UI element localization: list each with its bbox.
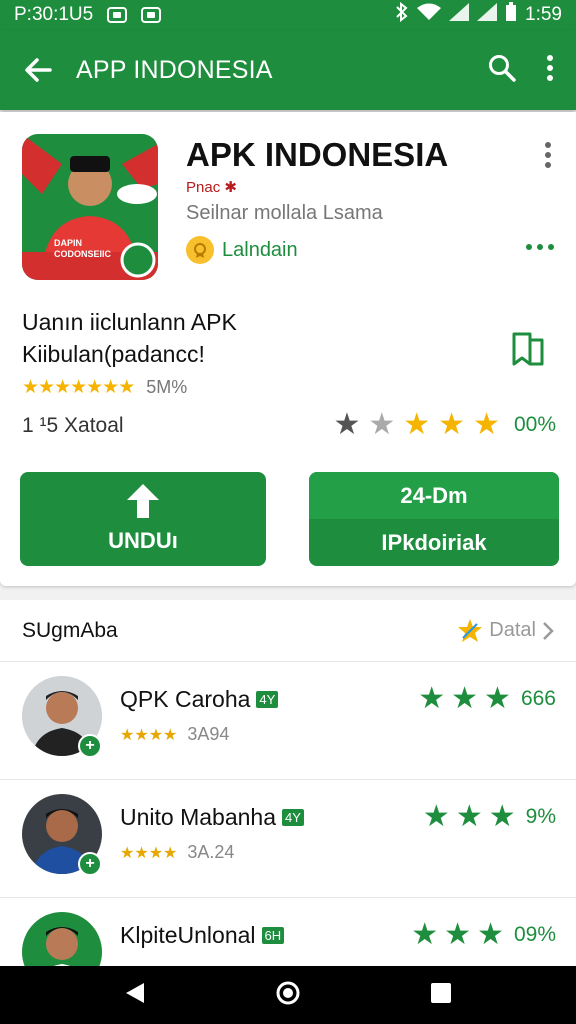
item-rating-value: 9%: [525, 805, 556, 828]
status-time-right: 1:59: [525, 4, 562, 25]
wifi-icon: [417, 3, 442, 27]
star-icon: ★: [484, 682, 511, 715]
signal-icon-2: [477, 3, 498, 27]
item-rating-value: 09%: [513, 923, 556, 946]
item-meta-value: 3A.24: [187, 842, 235, 862]
description-line-1: Uanın iiclunlann APK: [22, 309, 237, 335]
plus-icon[interactable]: +: [78, 734, 102, 758]
app-menu-button[interactable]: [544, 142, 552, 173]
rating-value: 5M%: [146, 377, 188, 397]
item-tag: 6H: [261, 927, 285, 944]
star-icon: ★: [422, 800, 450, 833]
install-count: 1 ¹5 Xatoal: [22, 414, 124, 437]
star-badge-icon: [458, 618, 483, 642]
status-bar: P:30:1U5 1:59: [0, 0, 576, 30]
suggestions-title: SUgmAba: [22, 618, 118, 642]
recents-nav-button[interactable]: [430, 982, 452, 1009]
item-meta-stars: ★★★★: [120, 844, 178, 862]
square-recents-icon: [430, 982, 451, 1003]
bookmark-button[interactable]: [508, 328, 550, 375]
app-icon[interactable]: DAPIN CODONSEIIC: [22, 134, 158, 280]
app-icon-text-1: DAPIN: [54, 238, 82, 248]
developer-name[interactable]: Pnac ✱: [186, 178, 237, 196]
bluetooth-icon: [395, 1, 409, 28]
list-item[interactable]: + Unito Mabanha 4Y ★★★★ 3A.24 ★ ★ ★ 9%: [0, 780, 576, 898]
bookmark-icon: [512, 332, 544, 366]
description-line-2: Kiibulan(padancc!: [22, 341, 205, 367]
app-name: APK INDONESIA: [186, 136, 449, 173]
star-icon: ★: [451, 682, 479, 715]
list-item[interactable]: + QPK Caroha 4Y ★★★★ 3A94 ★ ★ ★ 666: [0, 662, 576, 780]
notification-icon: [107, 7, 128, 23]
system-nav-bar: [0, 966, 576, 1024]
item-tag: 4Y: [256, 691, 279, 708]
item-tag: 4Y: [282, 809, 304, 826]
app-subtitle: Seilnar mollala Lsama: [186, 202, 383, 224]
search-button[interactable]: [488, 54, 516, 87]
rating-row: ★★★★★★★ 5M%: [22, 376, 187, 399]
notification-icon-2: [141, 7, 162, 23]
status-time-left: P:30:1U5: [14, 4, 94, 25]
item-meta-stars: ★★★★: [120, 726, 178, 744]
item-name: Unito Mabanha: [120, 804, 276, 830]
item-name: KlpiteUnlonal: [120, 922, 256, 948]
star-icon[interactable]: ★: [438, 410, 465, 440]
back-button[interactable]: [0, 56, 76, 84]
arrow-left-icon: [25, 58, 52, 82]
item-rating: ★ ★ ★ 09%: [411, 920, 556, 950]
item-meta-value: 3A94: [187, 724, 230, 744]
suggestions-list: + QPK Caroha 4Y ★★★★ 3A94 ★ ★ ★ 666 + Unito M…: [0, 662, 576, 1016]
badge-label: Lalndain: [222, 238, 298, 261]
star-icon[interactable]: ★: [368, 410, 395, 440]
app-bar: APP INDONESIA: [0, 30, 576, 110]
star-icon: ★: [455, 800, 483, 833]
chevron-right-icon: [543, 621, 554, 640]
star-icon: ★: [444, 918, 472, 951]
item-rating: ★ ★ ★ 666: [418, 684, 556, 714]
more-vert-icon: [547, 54, 553, 81]
detail-label: Datal: [489, 619, 536, 641]
battery-icon: [505, 2, 517, 28]
more-horiz-icon[interactable]: [526, 244, 554, 250]
item-name: QPK Caroha: [120, 686, 251, 712]
upload-arrow-icon: [127, 484, 159, 518]
home-nav-button[interactable]: [275, 980, 301, 1011]
more-vert-icon: [545, 142, 551, 168]
suggestions-detail-link[interactable]: Datal: [457, 618, 554, 644]
install-button[interactable]: 24-Dm IPkdoiriak: [309, 472, 559, 566]
item-rating-value: 666: [520, 687, 556, 710]
star-icon[interactable]: ★: [403, 410, 430, 440]
back-nav-button[interactable]: [124, 981, 146, 1010]
install-size-label: 24-Dm: [400, 482, 468, 508]
star-rating-selector[interactable]: ★ ★ ★ ★ ★ 00%: [333, 410, 556, 440]
install-label: IPkdoiriak: [381, 529, 487, 555]
plus-icon[interactable]: +: [78, 852, 102, 876]
overflow-menu-button[interactable]: [546, 54, 554, 87]
star-icon: ★: [411, 918, 439, 951]
badge-row[interactable]: Lalndain: [186, 236, 298, 264]
award-icon: [186, 236, 214, 264]
circle-home-icon: [276, 981, 300, 1004]
item-rating: ★ ★ ★ 9%: [423, 802, 556, 832]
suggestions-header: SUgmAba Datal: [0, 600, 576, 662]
app-description: Uanın iiclunlann APK Kiibulan(padancc!: [22, 306, 237, 370]
search-icon: [489, 54, 516, 82]
rating-stars: ★★★★★★★: [22, 377, 135, 398]
star-icon[interactable]: ★: [333, 410, 360, 440]
page-title: APP INDONESIA: [76, 55, 273, 84]
star-icon: ★: [418, 682, 446, 715]
app-details-card: DAPIN CODONSEIIC APK INDONESIA Pnac ✱ Se…: [0, 112, 576, 586]
app-icon-text-2: CODONSEIIC: [54, 249, 112, 259]
star-icon: ★: [477, 918, 504, 951]
triangle-back-icon: [126, 982, 145, 1003]
star-icon[interactable]: ★: [473, 410, 500, 440]
download-button[interactable]: UNDUı: [20, 472, 266, 566]
signal-icon: [449, 3, 470, 27]
star-icon: ★: [488, 800, 516, 833]
download-label: UNDUı: [108, 528, 178, 553]
rating-percent: 00%: [513, 413, 556, 436]
